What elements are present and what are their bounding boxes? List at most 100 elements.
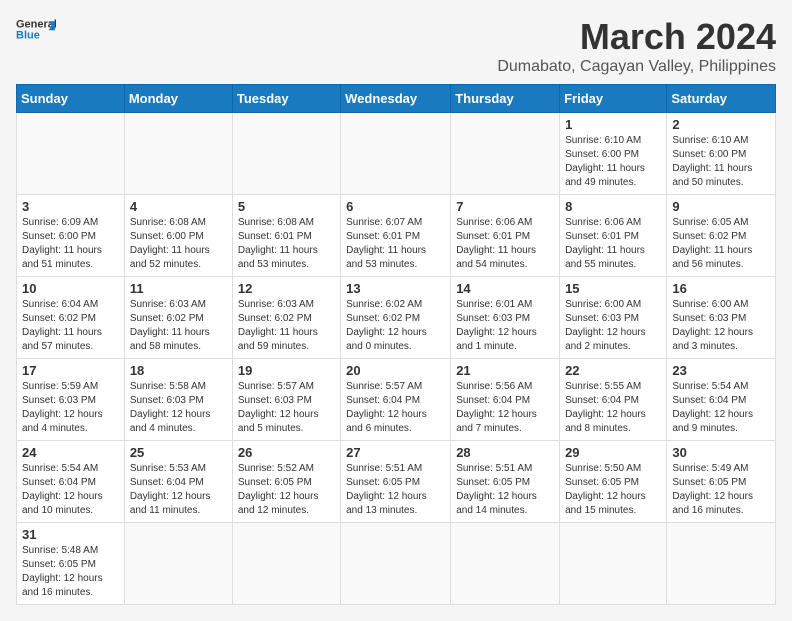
calendar-cell: 16Sunrise: 6:00 AM Sunset: 6:03 PM Dayli… [667,277,776,359]
day-info: Sunrise: 6:06 AM Sunset: 6:01 PM Dayligh… [456,216,554,272]
day-number: 6 [346,199,445,214]
day-info: Sunrise: 5:55 AM Sunset: 6:04 PM Dayligh… [565,380,661,436]
calendar-cell [124,523,232,605]
day-info: Sunrise: 5:49 AM Sunset: 6:05 PM Dayligh… [672,462,770,518]
day-info: Sunrise: 5:54 AM Sunset: 6:04 PM Dayligh… [22,462,119,518]
day-number: 12 [238,281,335,296]
day-number: 8 [565,199,661,214]
day-number: 24 [22,445,119,460]
title-area: March 2024 Dumabato, Cagayan Valley, Phi… [497,16,776,76]
calendar-cell: 20Sunrise: 5:57 AM Sunset: 6:04 PM Dayli… [341,359,451,441]
day-info: Sunrise: 5:56 AM Sunset: 6:04 PM Dayligh… [456,380,554,436]
day-info: Sunrise: 6:06 AM Sunset: 6:01 PM Dayligh… [565,216,661,272]
day-info: Sunrise: 5:53 AM Sunset: 6:04 PM Dayligh… [130,462,227,518]
day-number: 15 [565,281,661,296]
calendar-cell [17,113,125,195]
calendar-cell: 22 Sunrise: 5:55 AM Sunset: 6:04 PM Dayli… [560,359,667,441]
page-header: General Blue March 2024 Dumabato, Cagaya… [16,16,776,76]
calendar-cell [341,523,451,605]
day-info: Sunrise: 5:57 AM Sunset: 6:03 PM Dayligh… [238,380,335,436]
day-number: 31 [22,527,119,542]
calendar-cell: 31 Sunrise: 5:48 AM Sunset: 6:05 PM Dayli… [17,523,125,605]
calendar-week-row: 17 Sunrise: 5:59 AM Sunset: 6:03 PM Dayli… [17,359,776,441]
calendar-cell: 6 Sunrise: 6:07 AM Sunset: 6:01 PM Daylig… [341,195,451,277]
calendar-cell: 13Sunrise: 6:02 AM Sunset: 6:02 PM Dayli… [341,277,451,359]
calendar-cell: 18 Sunrise: 5:58 AM Sunset: 6:03 PM Dayli… [124,359,232,441]
calendar-cell: 11 Sunrise: 6:03 AM Sunset: 6:02 PM Dayli… [124,277,232,359]
day-number: 29 [565,445,661,460]
column-header-monday: Monday [124,85,232,113]
column-header-friday: Friday [560,85,667,113]
calendar-cell: 27 Sunrise: 5:51 AM Sunset: 6:05 PM Dayli… [341,441,451,523]
day-info: Sunrise: 5:52 AM Sunset: 6:05 PM Dayligh… [238,462,335,518]
day-info: Sunrise: 6:01 AM Sunset: 6:03 PM Dayligh… [456,298,554,354]
day-info: Sunrise: 5:57 AM Sunset: 6:04 PM Dayligh… [346,380,445,436]
day-info: Sunrise: 6:08 AM Sunset: 6:01 PM Dayligh… [238,216,335,272]
day-number: 30 [672,445,770,460]
day-info: Sunrise: 6:03 AM Sunset: 6:02 PM Dayligh… [130,298,227,354]
day-number: 18 [130,363,227,378]
day-number: 17 [22,363,119,378]
day-number: 5 [238,199,335,214]
calendar-cell: 21Sunrise: 5:56 AM Sunset: 6:04 PM Dayli… [451,359,560,441]
calendar-cell: 23 Sunrise: 5:54 AM Sunset: 6:04 PM Dayli… [667,359,776,441]
day-info: Sunrise: 5:58 AM Sunset: 6:03 PM Dayligh… [130,380,227,436]
day-info: Sunrise: 6:00 AM Sunset: 6:03 PM Dayligh… [565,298,661,354]
calendar-cell: 30 Sunrise: 5:49 AM Sunset: 6:05 PM Dayli… [667,441,776,523]
day-number: 19 [238,363,335,378]
day-info: Sunrise: 5:59 AM Sunset: 6:03 PM Dayligh… [22,380,119,436]
calendar-week-row: 31 Sunrise: 5:48 AM Sunset: 6:05 PM Dayli… [17,523,776,605]
day-info: Sunrise: 5:54 AM Sunset: 6:04 PM Dayligh… [672,380,770,436]
calendar-cell: 1 Sunrise: 6:10 AM Sunset: 6:00 PM Daylig… [560,113,667,195]
day-number: 11 [130,281,227,296]
day-number: 27 [346,445,445,460]
day-number: 14 [456,281,554,296]
calendar-week-row: 24 Sunrise: 5:54 AM Sunset: 6:04 PM Dayli… [17,441,776,523]
calendar-cell [667,523,776,605]
day-info: Sunrise: 6:05 AM Sunset: 6:02 PM Dayligh… [672,216,770,272]
day-number: 3 [22,199,119,214]
column-header-tuesday: Tuesday [232,85,340,113]
day-info: Sunrise: 6:09 AM Sunset: 6:00 PM Dayligh… [22,216,119,272]
calendar-cell: 10Sunrise: 6:04 AM Sunset: 6:02 PM Dayli… [17,277,125,359]
calendar-cell: 17 Sunrise: 5:59 AM Sunset: 6:03 PM Dayli… [17,359,125,441]
day-info: Sunrise: 5:50 AM Sunset: 6:05 PM Dayligh… [565,462,661,518]
column-header-saturday: Saturday [667,85,776,113]
calendar-cell: 2Sunrise: 6:10 AM Sunset: 6:00 PM Daylig… [667,113,776,195]
calendar-cell: 28Sunrise: 5:51 AM Sunset: 6:05 PM Dayli… [451,441,560,523]
calendar-cell: 26Sunrise: 5:52 AM Sunset: 6:05 PM Dayli… [232,441,340,523]
calendar-cell: 14 Sunrise: 6:01 AM Sunset: 6:03 PM Dayli… [451,277,560,359]
day-info: Sunrise: 5:51 AM Sunset: 6:05 PM Dayligh… [346,462,445,518]
day-number: 10 [22,281,119,296]
day-number: 1 [565,117,661,132]
calendar-cell: 3 Sunrise: 6:09 AM Sunset: 6:00 PM Daylig… [17,195,125,277]
calendar-cell [341,113,451,195]
calendar-week-row: 3 Sunrise: 6:09 AM Sunset: 6:00 PM Daylig… [17,195,776,277]
calendar-cell [560,523,667,605]
month-title: March 2024 [497,16,776,58]
calendar-table: SundayMondayTuesdayWednesdayThursdayFrid… [16,84,776,605]
svg-text:Blue: Blue [16,29,40,41]
day-info: Sunrise: 6:08 AM Sunset: 6:00 PM Dayligh… [130,216,227,272]
day-number: 4 [130,199,227,214]
day-info: Sunrise: 5:48 AM Sunset: 6:05 PM Dayligh… [22,544,119,600]
day-info: Sunrise: 5:51 AM Sunset: 6:05 PM Dayligh… [456,462,554,518]
calendar-cell: 24 Sunrise: 5:54 AM Sunset: 6:04 PM Dayli… [17,441,125,523]
calendar-cell: 8 Sunrise: 6:06 AM Sunset: 6:01 PM Daylig… [560,195,667,277]
day-info: Sunrise: 6:07 AM Sunset: 6:01 PM Dayligh… [346,216,445,272]
logo-icon: General Blue [16,16,56,44]
calendar-cell: 19 Sunrise: 5:57 AM Sunset: 6:03 PM Dayli… [232,359,340,441]
calendar-cell [232,523,340,605]
day-number: 22 [565,363,661,378]
day-number: 9 [672,199,770,214]
day-number: 7 [456,199,554,214]
day-number: 23 [672,363,770,378]
calendar-cell: 15 Sunrise: 6:00 AM Sunset: 6:03 PM Dayli… [560,277,667,359]
day-info: Sunrise: 6:10 AM Sunset: 6:00 PM Dayligh… [565,134,661,190]
calendar-cell [451,523,560,605]
day-number: 16 [672,281,770,296]
calendar-week-row: 1 Sunrise: 6:10 AM Sunset: 6:00 PM Daylig… [17,113,776,195]
column-header-thursday: Thursday [451,85,560,113]
calendar-cell: 25Sunrise: 5:53 AM Sunset: 6:04 PM Dayli… [124,441,232,523]
calendar-cell [451,113,560,195]
